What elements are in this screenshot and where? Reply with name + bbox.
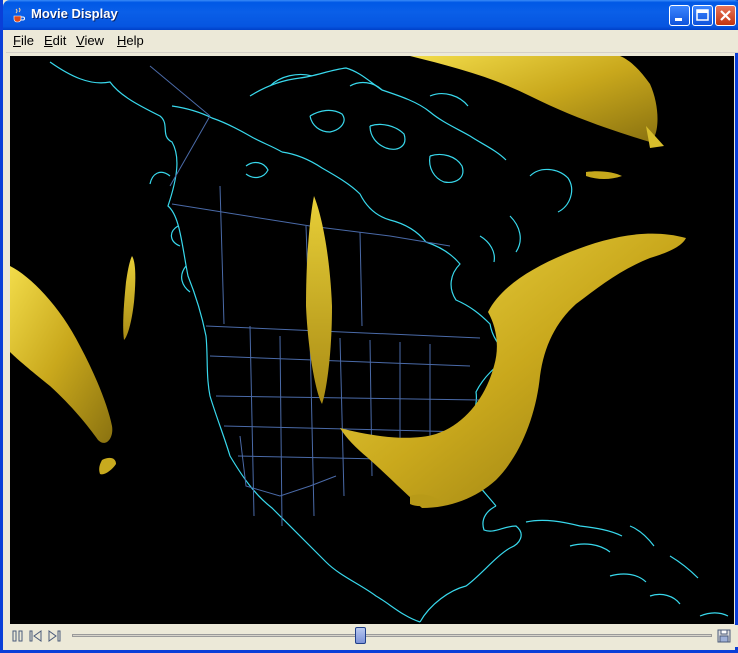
menu-bar: File Edit View Help bbox=[6, 30, 738, 53]
menu-file[interactable]: File bbox=[13, 33, 34, 48]
movie-display-window: Movie Display File Edit View Help bbox=[0, 0, 738, 653]
pause-icon[interactable] bbox=[10, 628, 26, 644]
maximize-icon bbox=[696, 9, 709, 21]
menu-help[interactable]: Help bbox=[117, 33, 144, 48]
java-cup-icon bbox=[13, 7, 25, 23]
minimize-button[interactable] bbox=[669, 5, 690, 26]
menu-edit[interactable]: Edit bbox=[44, 33, 66, 48]
timeline-slider-thumb[interactable] bbox=[355, 627, 366, 644]
map-canvas bbox=[10, 56, 729, 623]
animation-settings-icon[interactable] bbox=[716, 628, 732, 644]
step-forward-icon[interactable] bbox=[46, 628, 62, 644]
3d-map-display[interactable] bbox=[10, 56, 734, 624]
minimize-icon bbox=[675, 18, 682, 21]
maximize-button[interactable] bbox=[692, 5, 713, 26]
isosurfaces bbox=[10, 56, 686, 509]
coastlines bbox=[49, 61, 729, 623]
close-icon bbox=[720, 10, 731, 21]
step-back-icon[interactable] bbox=[28, 628, 44, 644]
animation-controls bbox=[6, 625, 738, 647]
timeline-slider-track[interactable] bbox=[72, 634, 712, 637]
window-title: Movie Display bbox=[31, 6, 118, 21]
close-button[interactable] bbox=[715, 5, 736, 26]
menu-view[interactable]: View bbox=[76, 33, 104, 48]
title-bar[interactable]: Movie Display bbox=[3, 0, 738, 30]
